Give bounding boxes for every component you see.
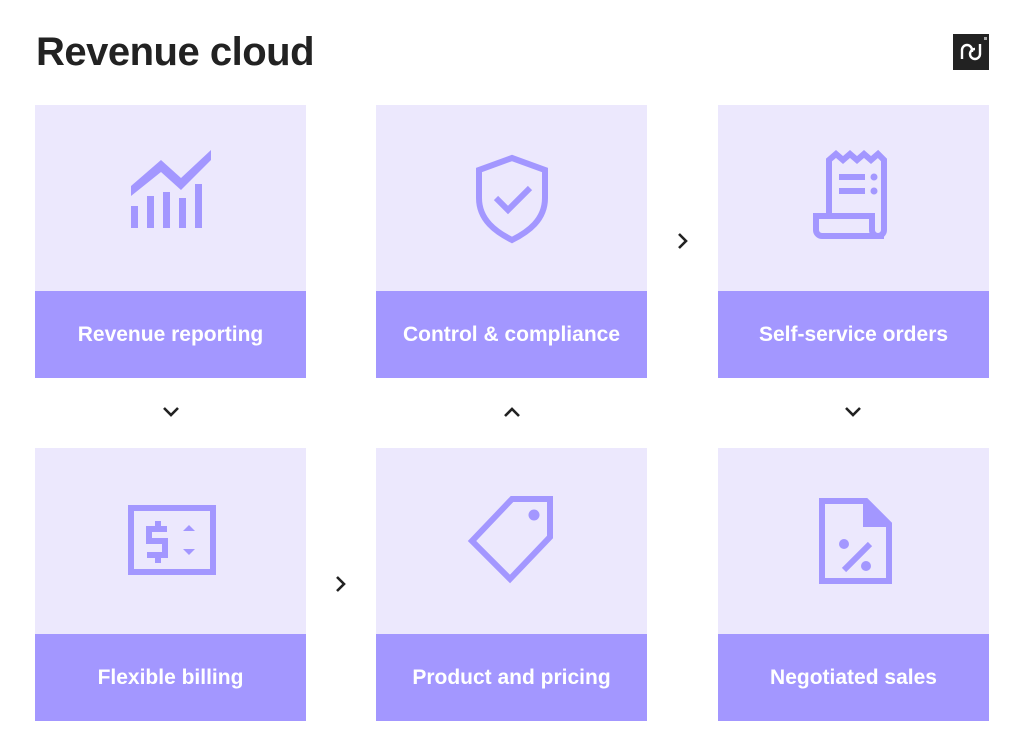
receipt-icon xyxy=(804,148,904,248)
chevron-down-icon xyxy=(843,402,863,422)
card-control-compliance[interactable]: Control & compliance xyxy=(376,105,647,378)
card-revenue-reporting[interactable]: Revenue reporting xyxy=(35,105,306,378)
card-label: Negotiated sales xyxy=(718,634,989,721)
chevron-right-icon xyxy=(673,231,693,251)
card-label: Self-service orders xyxy=(718,291,989,378)
card-negotiated-sales[interactable]: Negotiated sales xyxy=(718,448,989,721)
dollar-bill-icon xyxy=(121,491,221,591)
card-flexible-billing[interactable]: Flexible billing xyxy=(35,448,306,721)
card-label: Control & compliance xyxy=(376,291,647,378)
card-product-pricing[interactable]: Product and pricing xyxy=(376,448,647,721)
pd-logo-icon xyxy=(953,34,989,70)
chevron-right-icon xyxy=(331,574,351,594)
price-tag-icon xyxy=(462,491,562,591)
card-self-service-orders[interactable]: Self-service orders xyxy=(718,105,989,378)
card-label: Revenue reporting xyxy=(35,291,306,378)
shield-check-icon xyxy=(462,148,562,248)
chevron-down-icon xyxy=(161,402,181,422)
page-title: Revenue cloud xyxy=(36,30,315,74)
card-label: Product and pricing xyxy=(376,634,647,721)
chevron-up-icon xyxy=(502,402,522,422)
chart-growth-icon xyxy=(121,148,221,248)
card-label: Flexible billing xyxy=(35,634,306,721)
document-percent-icon xyxy=(804,491,904,591)
